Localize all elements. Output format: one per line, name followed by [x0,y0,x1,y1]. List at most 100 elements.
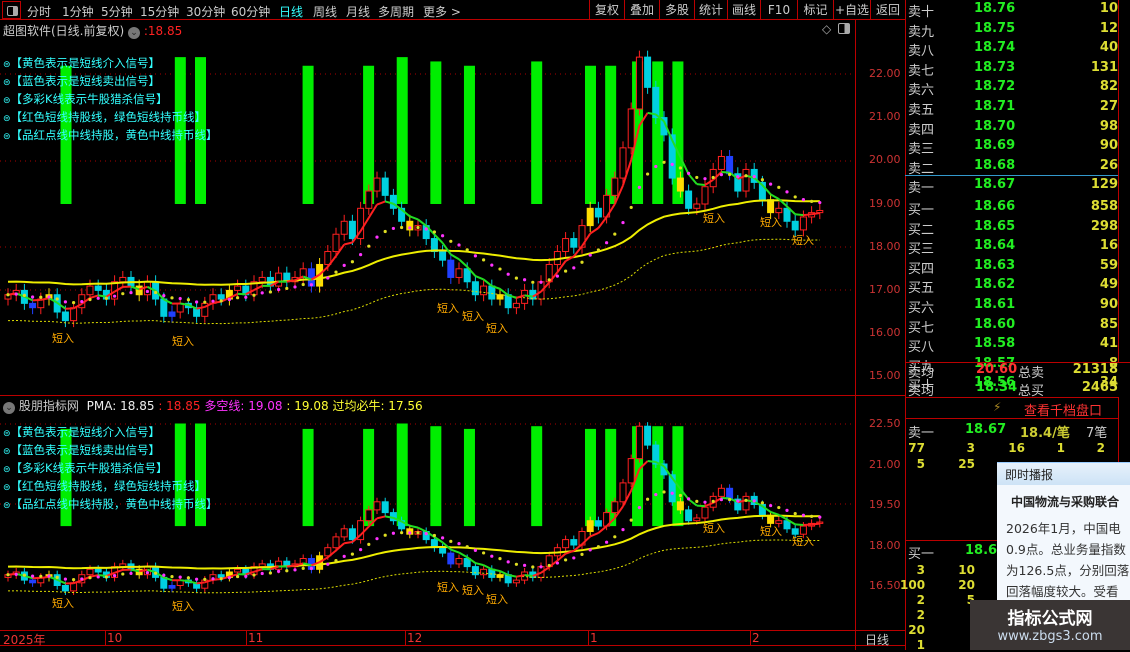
candle-body [563,239,569,252]
popup-title: 即时播报 [997,463,1130,485]
signal-bar [363,66,374,204]
dk-dot [794,512,797,515]
candle-body [440,548,446,553]
dk-dot [211,577,214,580]
ask-row[interactable]: 卖五18.7127 [908,98,1118,118]
price-tick: 19.50 [869,498,901,511]
ask-row[interactable]: 卖二18.6826 [908,157,1118,177]
pma-line [418,219,426,225]
tick-volume: 3 [950,441,975,455]
pma-line [197,582,205,583]
pma-label: PMA: 18.85 [87,399,155,413]
dk-dot [23,294,26,297]
candle-body [686,510,692,521]
bid-row[interactable]: 买五18.6249 [908,276,1118,296]
bid-row[interactable]: 买七18.6085 [908,316,1118,336]
signal-bar [585,66,596,204]
dropdown-icon[interactable]: ⌄ [3,402,15,414]
tick-volume: 16 [1000,441,1025,455]
dk-dot [580,553,583,556]
date-label: 12 [407,631,422,645]
dk-dot [261,572,264,575]
watermark-logo: 指标公式网 www.zbgs3.com [970,600,1130,650]
ask-row[interactable]: 卖六18.7282 [908,78,1118,98]
ask-row[interactable]: 卖一18.67129 [908,176,1118,196]
tick-volume: 25 [950,457,975,471]
candle-body [62,586,68,591]
toolbar-button[interactable]: 返回 [870,0,905,20]
dk-dot [392,227,395,230]
dk-dot [408,226,411,229]
pma-line [377,201,385,204]
bid-row[interactable]: 买一18.66858 [908,198,1118,218]
dk-dot [695,176,698,179]
legend-item: ⊜【多彩K线表示牛股猎杀信号】 [3,90,218,108]
dk-dot [761,178,764,181]
depth-link[interactable]: 查看千档盘口 [1024,400,1102,419]
gj-line [8,200,820,284]
bid-row[interactable]: 买二18.65298 [908,218,1118,238]
dk-dot [318,280,321,283]
formula-icon: ⊜ [3,96,11,106]
ask-row[interactable]: 卖三18.6990 [908,137,1118,157]
period-label: 日线 [865,631,889,648]
tick-volume: 20 [900,623,925,637]
tick-volume: 100 [900,578,925,592]
dk-dot [170,296,173,299]
dk-dot [343,264,346,267]
dk-dot [343,555,346,558]
candle-body [686,191,692,208]
ask-row[interactable]: 卖十18.7610 [908,0,1118,20]
candle-body [612,178,618,195]
candle-body [464,269,470,282]
short-entry-label: 短入 [172,333,194,349]
pma-line [475,563,483,565]
pma-line [795,214,803,215]
dk-dot [703,501,706,504]
candle-body [571,540,577,545]
price-tick: 21.00 [869,458,901,471]
dk-dot [293,568,296,571]
candle-body [776,208,782,212]
tick-volume: 2 [900,608,925,622]
candle-body [366,191,372,208]
candle-body [677,502,683,510]
candle-body [169,312,175,316]
dk-dot [539,565,542,568]
signal-bar [464,66,475,204]
candle-body [333,234,339,251]
candle-body [513,303,519,307]
bid-row[interactable]: 买八18.5841 [908,335,1118,355]
dk-dot [162,294,165,297]
sub-chart-title: ⌄ 股朋指标网 PMA: 18.85 : 18.85 多空线: 19.08 : … [3,397,423,414]
tick-volume: 5 [900,457,925,471]
dk-dot [744,499,747,502]
ask-row[interactable]: 卖九18.7512 [908,20,1118,40]
price-tick: 17.00 [869,283,901,296]
dk-dot [138,291,141,294]
candle-body [636,426,642,458]
dk-dot [80,300,83,303]
dk-dot [474,254,477,257]
candle-body [120,277,126,281]
pma-line [598,526,606,533]
pma-line [803,214,811,215]
tick-volume: 20 [950,578,975,592]
bid-row[interactable]: 买六18.6190 [908,296,1118,316]
signal-bar [652,426,663,526]
ask-row[interactable]: 卖四18.7098 [908,118,1118,138]
ask-row[interactable]: 卖七18.73131 [908,59,1118,79]
dk-dot [400,531,403,534]
dk-dot [539,281,542,284]
news-popup[interactable]: 即时播报 中国物流与采购联合 2026年1月，中国电 0.9点。总业务量指数 为… [997,462,1130,602]
pma-line [484,565,492,569]
pma-line [459,553,467,558]
bid-row[interactable]: 买三18.6416 [908,237,1118,257]
bid-row[interactable]: 买四18.6359 [908,257,1118,277]
dk-dot [261,291,264,294]
dk-dot [39,296,42,299]
ask-row[interactable]: 卖八18.7440 [908,39,1118,59]
dk-dot [170,575,173,578]
dk-dot [523,564,526,567]
dk-dot [220,299,223,302]
